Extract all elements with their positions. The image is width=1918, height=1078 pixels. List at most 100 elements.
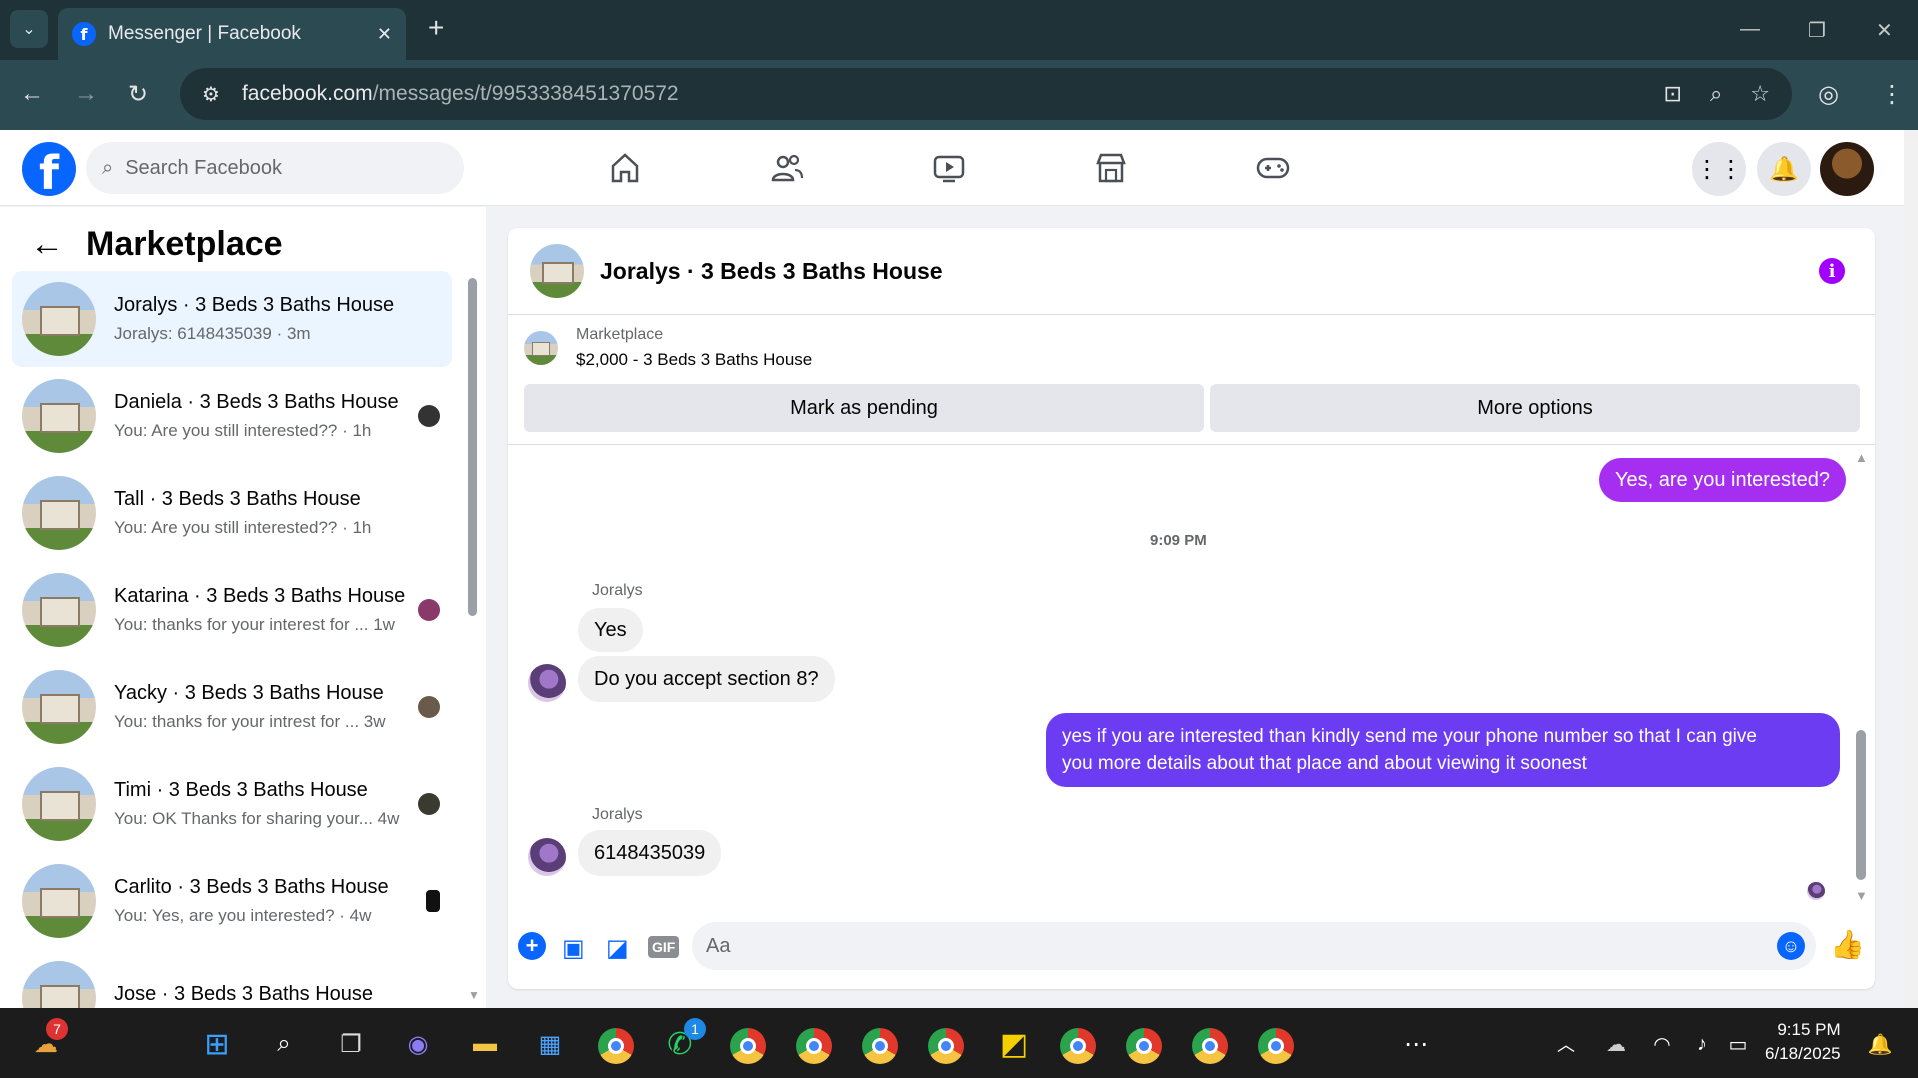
sender-avatar[interactable]	[528, 838, 566, 876]
back-icon[interactable]: ←	[20, 80, 44, 108]
divider	[508, 314, 1875, 315]
add-icon[interactable]: +	[518, 932, 546, 960]
chrome-icon[interactable]	[1258, 1028, 1294, 1064]
page-scrollbar[interactable]	[1904, 130, 1918, 1008]
apps-menu-icon[interactable]: ⋮⋮	[1692, 142, 1746, 196]
chat-scroll-up-icon[interactable]: ▲	[1855, 450, 1868, 465]
url-bar[interactable]: ⚙ facebook.com/messages/t/99533384513705…	[180, 68, 1792, 120]
sidebar-scrollbar[interactable]	[468, 278, 477, 616]
chrome-icon[interactable]	[1126, 1028, 1162, 1064]
message-bubble-received[interactable]: 6148435039	[578, 830, 722, 876]
gaming-icon[interactable]	[1255, 150, 1291, 186]
more-apps-icon[interactable]: ⋯	[1396, 1024, 1436, 1064]
conversation-name: Yacky · 3 Beds 3 Baths House	[114, 682, 384, 704]
chrome-icon[interactable]	[598, 1028, 634, 1064]
wifi-icon[interactable]: ◠	[1642, 1024, 1682, 1064]
listing-thumbnail	[22, 573, 96, 647]
emoji-icon[interactable]: ☺	[1777, 932, 1805, 960]
store-icon[interactable]: ▦	[530, 1024, 570, 1064]
battery-icon[interactable]: ▭	[1718, 1024, 1758, 1064]
browser-tab[interactable]: f Messenger | Facebook ✕	[58, 8, 406, 60]
home-icon[interactable]	[607, 150, 643, 186]
volume-icon[interactable]: ♪	[1682, 1024, 1722, 1064]
close-window-icon[interactable]: ✕	[1876, 18, 1893, 43]
conversation-item[interactable]: Joralys · 3 Beds 3 Baths House Joralys: 6…	[12, 271, 452, 367]
mark-as-pending-button[interactable]: Mark as pending	[524, 384, 1204, 432]
zoom-icon[interactable]: ⌕	[1710, 81, 1722, 107]
conversation-item[interactable]: Daniela · 3 Beds 3 Baths House You: Are y…	[12, 368, 452, 464]
conversation-item[interactable]: Yacky · 3 Beds 3 Baths House You: thanks …	[12, 659, 452, 755]
reload-icon[interactable]: ↻	[128, 80, 148, 109]
chat-scroll-down-icon[interactable]: ▼	[1855, 888, 1868, 903]
restore-icon[interactable]: ❐	[1808, 18, 1826, 43]
onedrive-icon[interactable]: ☁	[1596, 1024, 1636, 1064]
teams-icon[interactable]: ◉	[398, 1024, 438, 1064]
minimize-icon[interactable]: —	[1740, 18, 1760, 41]
chrome-icon[interactable]	[730, 1028, 766, 1064]
back-arrow-icon[interactable]: ←	[30, 225, 64, 264]
sticker-icon[interactable]: ◪	[606, 934, 629, 963]
chrome-icon[interactable]	[1192, 1028, 1228, 1064]
chrome-icon[interactable]	[1060, 1028, 1096, 1064]
chrome-icon[interactable]	[796, 1028, 832, 1064]
message-bubble-received[interactable]: Do you accept section 8?	[578, 656, 835, 702]
message-input[interactable]: Aa	[692, 922, 1816, 970]
marketplace-listing[interactable]: Marketplace $2,000 - 3 Beds 3 Baths Hous…	[524, 326, 812, 370]
conversation-item[interactable]: Timi · 3 Beds 3 Baths House You: OK Thank…	[12, 756, 452, 852]
notification-center-icon[interactable]: 🔔	[1860, 1024, 1900, 1064]
facebook-logo-icon[interactable]: f	[22, 142, 76, 196]
marketplace-icon[interactable]	[1093, 150, 1129, 186]
new-tab-icon[interactable]: +	[428, 12, 444, 44]
system-clock[interactable]: 9:15 PM 6/18/2025	[1765, 1018, 1841, 1066]
notifications-bell-icon[interactable]: 🔔	[1757, 142, 1811, 196]
scroll-up-icon[interactable]: ▲	[468, 274, 480, 288]
divider	[508, 444, 1875, 445]
chrome-icon[interactable]	[928, 1028, 964, 1064]
file-explorer-icon[interactable]: ▬	[465, 1024, 505, 1064]
profile-icon[interactable]: ◎	[1818, 80, 1839, 109]
url-path: /messages/t/9953338451370572	[372, 82, 679, 105]
scroll-down-icon[interactable]: ▼	[468, 988, 480, 1002]
forward-icon[interactable]: →	[74, 80, 98, 108]
chat-header[interactable]: Joralys · 3 Beds 3 Baths House	[530, 244, 943, 298]
tab-search-icon[interactable]: ⌄	[10, 10, 48, 48]
message-bubble-sent[interactable]: Yes, are you interested?	[1599, 458, 1846, 502]
conversation-item[interactable]: Jose · 3 Beds 3 Baths House	[12, 950, 452, 1008]
browser-menu-icon[interactable]: ⋮	[1880, 80, 1904, 109]
start-button-icon[interactable]: ⊞	[197, 1024, 237, 1064]
install-app-icon[interactable]: ⊡	[1664, 81, 1682, 107]
message-bubble-received[interactable]: Yes	[578, 608, 643, 652]
sender-avatar[interactable]	[528, 664, 566, 702]
search-taskbar-icon[interactable]: ⌕	[264, 1024, 304, 1064]
chat-scrollbar[interactable]	[1856, 730, 1866, 880]
search-input[interactable]: ⌕ Search Facebook	[86, 142, 464, 194]
video-icon[interactable]	[931, 150, 967, 186]
close-tab-icon[interactable]: ✕	[377, 24, 392, 45]
task-view-icon[interactable]: ❐	[331, 1024, 371, 1064]
listing-thumbnail	[22, 961, 96, 1008]
bookmark-star-icon[interactable]: ☆	[1750, 81, 1770, 107]
message-bubble-sent[interactable]: yes if you are interested than kindly se…	[1046, 713, 1840, 787]
info-icon[interactable]: i	[1819, 258, 1845, 284]
conversation-preview: You: Are you still interested?? · 1h	[114, 421, 372, 440]
site-info-icon[interactable]: ⚙	[202, 82, 220, 107]
account-avatar[interactable]	[1820, 142, 1874, 196]
listing-thumbnail	[22, 476, 96, 550]
show-hidden-icons-icon[interactable]: ︿	[1546, 1024, 1586, 1064]
conversation-item[interactable]: Tall · 3 Beds 3 Baths House You: Are you …	[12, 465, 452, 561]
gif-icon[interactable]: GIF	[648, 936, 680, 958]
search-placeholder: Search Facebook	[125, 156, 282, 179]
photo-icon[interactable]: ▣	[562, 934, 585, 963]
composer-placeholder: Aa	[706, 934, 731, 957]
facebook-favicon-icon: f	[72, 22, 96, 46]
conversation-item[interactable]: Katarina · 3 Beds 3 Baths House You: than…	[12, 562, 452, 658]
conversation-item[interactable]: Carlito · 3 Beds 3 Baths House You: Yes, …	[12, 853, 452, 949]
thumbs-up-icon[interactable]: 👍	[1830, 928, 1865, 961]
more-options-button[interactable]: More options	[1210, 384, 1860, 432]
chrome-icon[interactable]	[862, 1028, 898, 1064]
sticky-notes-icon[interactable]: ◩	[994, 1024, 1034, 1064]
sender-name: Joralys	[592, 582, 643, 599]
listing-thumbnail	[22, 670, 96, 744]
sidebar-header: ← Marketplace	[30, 225, 283, 264]
friends-icon[interactable]	[769, 150, 805, 186]
